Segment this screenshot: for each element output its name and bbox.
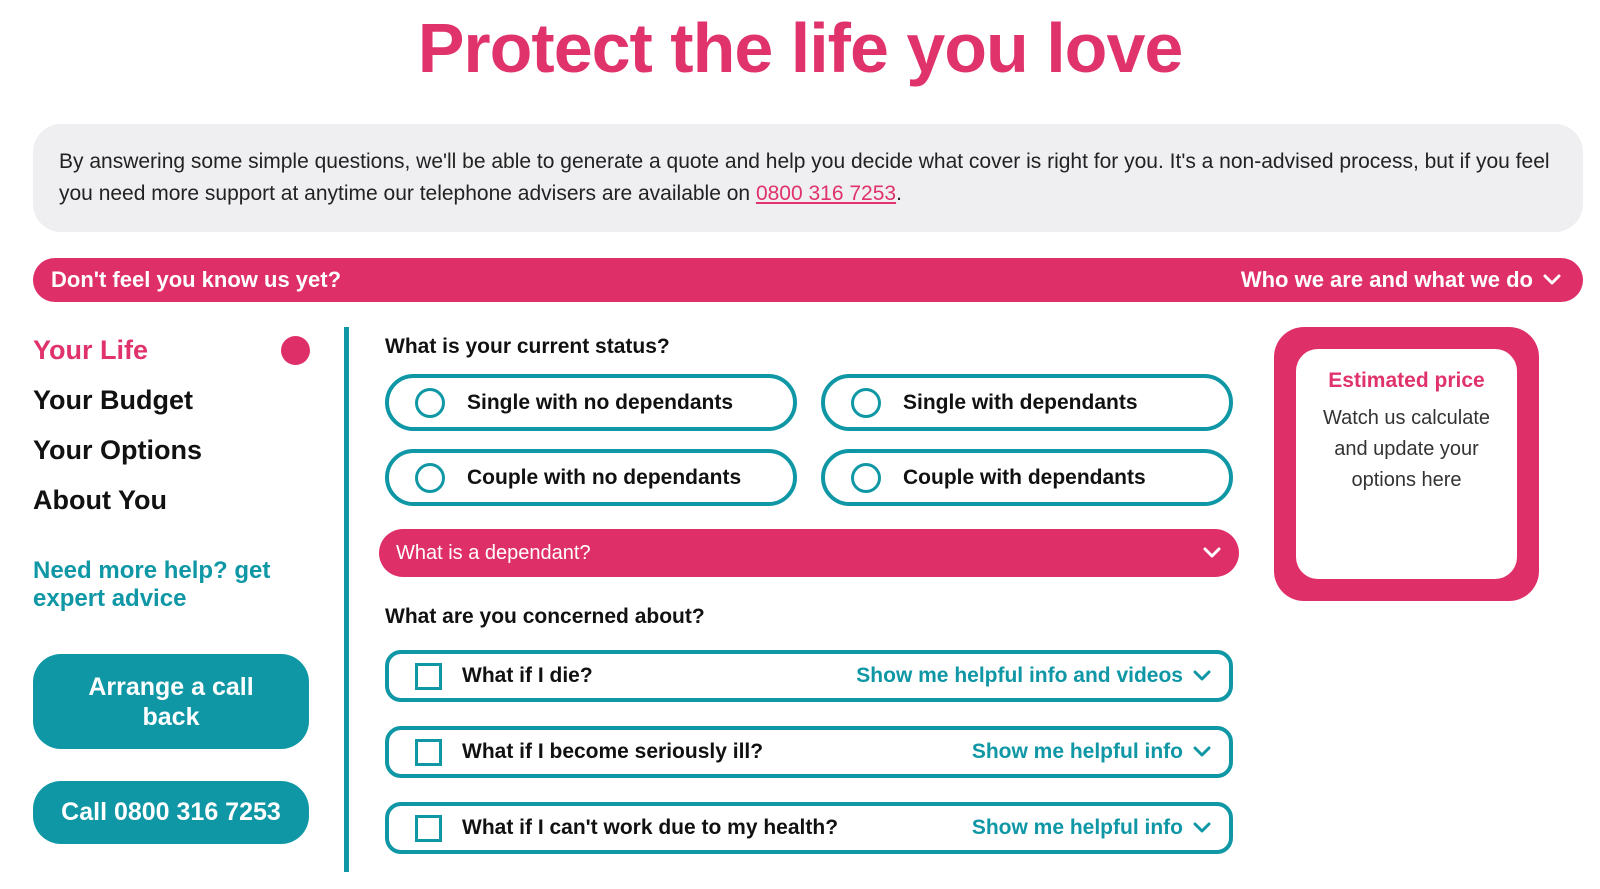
option-label: Couple with no dependants bbox=[467, 465, 742, 489]
helpful-info-label: Show me helpful info and videos bbox=[856, 664, 1183, 687]
concern-left: What if I can't work due to my health? bbox=[415, 814, 839, 842]
checkbox-icon[interactable] bbox=[415, 738, 442, 766]
call-button[interactable]: Call 0800 316 7253 bbox=[33, 781, 309, 844]
concern-label: What if I can't work due to my health? bbox=[462, 816, 839, 839]
progress-nav: Your Life Your Budget Your Options About… bbox=[33, 325, 313, 844]
arrange-callback-button[interactable]: Arrange a call back bbox=[33, 654, 309, 749]
know-us-label: Don't feel you know us yet? bbox=[51, 267, 342, 292]
concern-left: What if I become seriously ill? bbox=[415, 738, 764, 766]
checkbox-icon[interactable] bbox=[415, 814, 442, 842]
vertical-divider bbox=[344, 327, 349, 872]
chevron-down-icon bbox=[1543, 274, 1561, 286]
radio-circle-icon bbox=[415, 387, 445, 418]
status-option-couple-with-dependants[interactable]: Couple with dependants bbox=[821, 449, 1233, 506]
estimated-price-panel: Estimated price Watch us calculate and u… bbox=[1274, 327, 1539, 601]
status-option-single-with-dependants[interactable]: Single with dependants bbox=[821, 374, 1233, 431]
helpful-info-label: Show me helpful info bbox=[971, 740, 1183, 763]
radio-circle-icon bbox=[851, 462, 881, 493]
concern-label: What if I die? bbox=[462, 664, 593, 687]
step-label: Your Life bbox=[33, 334, 149, 365]
who-we-are-toggle[interactable]: Who we are and what we do bbox=[1241, 267, 1561, 293]
helpful-info-toggle[interactable]: Show me helpful info bbox=[972, 816, 1211, 840]
dependant-info-label: What is a dependant? bbox=[396, 541, 591, 564]
know-us-bar[interactable]: Don't feel you know us yet? Who we are a… bbox=[33, 258, 1583, 302]
status-option-couple-no-dependants[interactable]: Couple with no dependants bbox=[385, 449, 797, 506]
who-we-are-label: Who we are and what we do bbox=[1240, 267, 1533, 292]
concern-left: What if I die? bbox=[415, 662, 593, 690]
helpful-info-label: Show me helpful info bbox=[971, 816, 1183, 839]
step-your-life[interactable]: Your Life bbox=[33, 325, 313, 375]
concerns-question: What are you concerned about? bbox=[385, 605, 705, 628]
chevron-down-icon bbox=[1193, 670, 1211, 682]
helpful-info-toggle[interactable]: Show me helpful info and videos bbox=[856, 664, 1211, 688]
helpful-info-toggle[interactable]: Show me helpful info bbox=[972, 740, 1211, 764]
concern-cant-work[interactable]: What if I can't work due to my health? S… bbox=[385, 802, 1233, 854]
chevron-down-icon bbox=[1193, 746, 1211, 758]
concern-die[interactable]: What if I die? Show me helpful info and … bbox=[385, 650, 1233, 702]
chevron-down-icon bbox=[1203, 547, 1221, 559]
checkbox-icon[interactable] bbox=[415, 662, 442, 690]
intro-phone-link[interactable]: 0800 316 7253 bbox=[756, 182, 896, 205]
concern-seriously-ill[interactable]: What if I become seriously ill? Show me … bbox=[385, 726, 1233, 778]
option-label: Couple with dependants bbox=[903, 465, 1146, 489]
price-title: Estimated price bbox=[1328, 369, 1485, 392]
intro-panel: By answering some simple questions, we'l… bbox=[33, 124, 1583, 232]
price-text: Watch us calculate and update your optio… bbox=[1322, 407, 1491, 491]
step-label: Your Budget bbox=[33, 384, 193, 415]
active-step-dot bbox=[281, 335, 310, 365]
dependant-info-toggle[interactable]: What is a dependant? bbox=[379, 529, 1239, 577]
radio-circle-icon bbox=[415, 462, 445, 493]
step-your-budget[interactable]: Your Budget bbox=[33, 375, 313, 425]
step-label: Your Options bbox=[33, 434, 202, 465]
step-your-options[interactable]: Your Options bbox=[33, 425, 313, 475]
concern-label: What if I become seriously ill? bbox=[462, 740, 764, 763]
intro-end: . bbox=[896, 182, 902, 205]
option-label: Single with no dependants bbox=[467, 390, 734, 414]
step-label: About You bbox=[33, 484, 167, 515]
radio-circle-icon bbox=[851, 387, 881, 418]
status-section: What is your current status? Single with… bbox=[385, 330, 1245, 506]
expert-advice-link[interactable]: Need more help? get expert advice bbox=[33, 557, 313, 613]
page-title: Protect the life you love bbox=[417, 9, 1184, 87]
chevron-down-icon bbox=[1193, 822, 1211, 834]
status-options: Single with no dependants Single with de… bbox=[385, 374, 1245, 506]
status-question: What is your current status? bbox=[385, 335, 670, 358]
step-about-you[interactable]: About You bbox=[33, 475, 313, 525]
price-inner: Estimated price Watch us calculate and u… bbox=[1296, 349, 1517, 579]
status-option-single-no-dependants[interactable]: Single with no dependants bbox=[385, 374, 797, 431]
option-label: Single with dependants bbox=[903, 390, 1138, 414]
